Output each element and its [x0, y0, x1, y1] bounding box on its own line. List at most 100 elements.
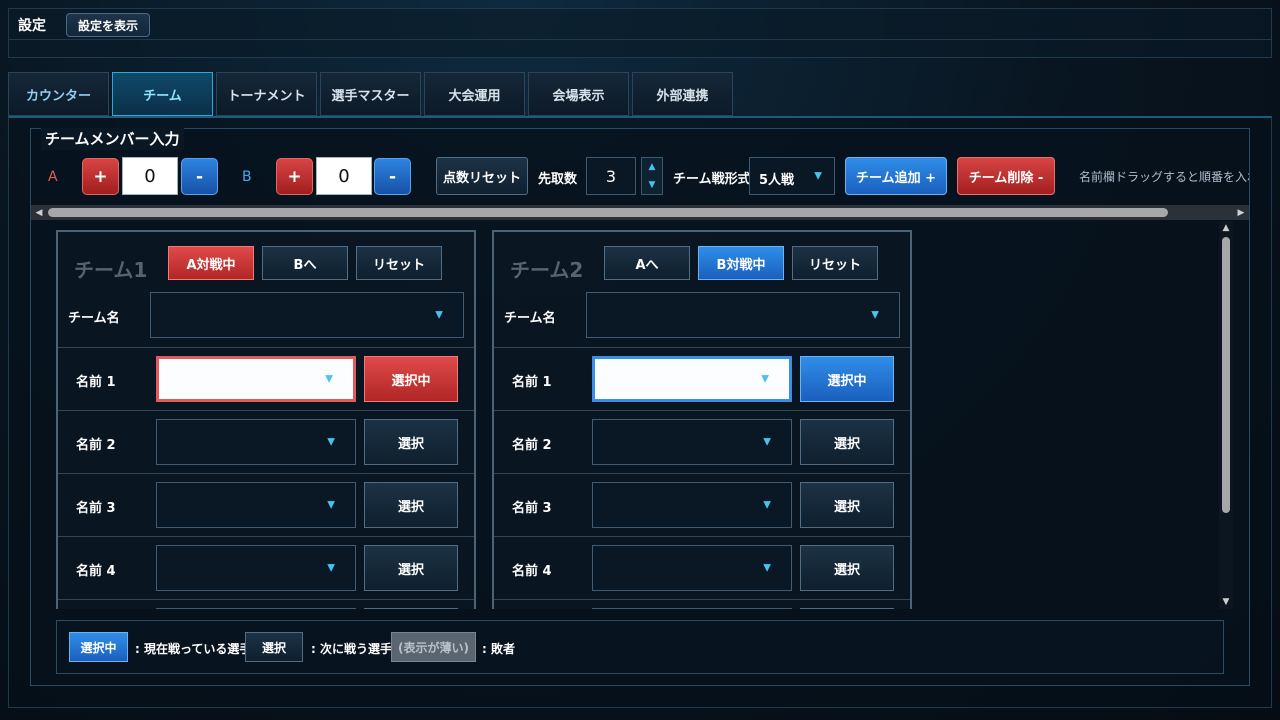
legend-loser-swatch: (表示が薄い) — [391, 632, 476, 662]
format-select[interactable]: 5人戦 ▼ — [749, 157, 835, 195]
team-a-plus-button[interactable]: + — [82, 158, 119, 195]
row-divider — [58, 410, 474, 411]
member-label: 名前 2 — [76, 438, 116, 453]
first-to-label: 先取数 — [538, 172, 578, 187]
row-divider — [494, 347, 910, 348]
member-5-select-button[interactable] — [364, 608, 458, 609]
team-b-score[interactable]: 0 — [316, 157, 372, 195]
member-1-select-button[interactable]: 選択中 — [800, 356, 894, 402]
team2-reset-button[interactable]: リセット — [792, 246, 878, 280]
member-4-select-button[interactable]: 選択 — [364, 545, 458, 591]
chevron-down-icon: ▼ — [327, 499, 335, 511]
member-3-select[interactable]: ▼ — [156, 482, 356, 528]
legend: 選択中 : 現在戦っている選手 選択 : 次に戦う選手 (表示が薄い) : 敗者 — [56, 620, 1224, 674]
chevron-down-icon: ▼ — [814, 170, 822, 182]
member-4-select[interactable]: ▼ — [156, 545, 356, 591]
team-name-select[interactable]: ▼ — [586, 292, 900, 338]
tab-team[interactable]: チーム — [112, 72, 213, 116]
team2-to-a-button[interactable]: Aへ — [604, 246, 690, 280]
tab-counter[interactable]: カウンター — [8, 72, 109, 116]
member-label: 名前 4 — [76, 564, 116, 579]
vertical-scrollbar[interactable]: ▲ ▼ — [1219, 221, 1233, 609]
tab-venue-display[interactable]: 会場表示 — [528, 72, 629, 116]
drag-hint: 名前欄ドラッグすると順番を入れ替え — [1079, 170, 1249, 184]
tab-external-link[interactable]: 外部連携 — [632, 72, 733, 116]
member-label: 名前 4 — [512, 564, 552, 579]
row-divider — [58, 473, 474, 474]
row-divider — [58, 347, 474, 348]
spin-down-icon[interactable]: ▼ — [642, 176, 662, 194]
legend-selected-desc: : 現在戦っている選手 — [135, 642, 252, 656]
legend-selected-swatch: 選択中 — [69, 632, 128, 662]
team-a-letter: A — [48, 169, 58, 185]
member-label: 名前 2 — [512, 438, 552, 453]
member-2-select[interactable]: ▼ — [592, 419, 792, 465]
team-a-score[interactable]: 0 — [122, 157, 178, 195]
row-divider — [58, 536, 474, 537]
arrow-left-icon[interactable]: ◀ — [31, 205, 47, 220]
member-3-select-button[interactable]: 選択 — [364, 482, 458, 528]
settings-bar: 設定 設定を表示 — [8, 8, 1272, 58]
delete-team-button[interactable]: チーム削除 - — [957, 157, 1055, 195]
member-label: 名前 1 — [512, 375, 552, 390]
member-2-select-button[interactable]: 選択 — [364, 419, 458, 465]
row-divider — [494, 536, 910, 537]
team1-a-active-button[interactable]: A対戦中 — [168, 246, 254, 280]
vertical-scroll-thumb[interactable] — [1222, 237, 1230, 513]
member-2-select[interactable]: ▼ — [156, 419, 356, 465]
team-b-letter: B — [242, 169, 252, 185]
member-3-select-button[interactable]: 選択 — [800, 482, 894, 528]
team-b-minus-button[interactable]: - — [374, 158, 411, 195]
team-name-label: チーム名 — [504, 311, 556, 326]
member-2-select-button[interactable]: 選択 — [800, 419, 894, 465]
horizontal-scroll-thumb[interactable] — [48, 208, 1168, 217]
chevron-down-icon: ▼ — [871, 309, 879, 321]
row-divider — [494, 410, 910, 411]
member-4-select-button[interactable]: 選択 — [800, 545, 894, 591]
reset-score-button[interactable]: 点数リセット — [436, 157, 528, 195]
member-5-select[interactable] — [592, 608, 792, 609]
chevron-down-icon: ▼ — [763, 436, 771, 448]
spin-up-icon[interactable]: ▲ — [642, 158, 662, 176]
first-to-input[interactable]: 3 — [586, 157, 636, 195]
member-1-select[interactable]: ▼ — [592, 356, 792, 402]
teams-viewport: チーム1 A対戦中 Bへ リセット チーム名 ▼ 名前 1 ▼ 選択中 名前 2… — [32, 221, 1218, 609]
member-label: 名前 1 — [76, 375, 116, 390]
add-team-button[interactable]: チーム追加 + — [845, 157, 947, 195]
settings-bar-divider — [9, 39, 1271, 40]
team-panel-1: チーム1 A対戦中 Bへ リセット チーム名 ▼ 名前 1 ▼ 選択中 名前 2… — [56, 230, 476, 609]
row-divider — [58, 599, 474, 600]
member-4-select[interactable]: ▼ — [592, 545, 792, 591]
member-label: 名前 3 — [76, 501, 116, 516]
legend-select-swatch: 選択 — [245, 632, 303, 662]
member-1-select-button[interactable]: 選択中 — [364, 356, 458, 402]
team2-b-active-button[interactable]: B対戦中 — [698, 246, 784, 280]
tab-player-master[interactable]: 選手マスター — [320, 72, 421, 116]
first-to-spinner[interactable]: ▲ ▼ — [641, 157, 663, 195]
tab-tournament[interactable]: トーナメント — [216, 72, 317, 116]
team-title: チーム2 — [510, 258, 584, 282]
chevron-down-icon: ▼ — [763, 562, 771, 574]
team-name-label: チーム名 — [68, 311, 120, 326]
arrow-up-icon[interactable]: ▲ — [1219, 221, 1233, 235]
horizontal-scrollbar[interactable]: ◀ ▶ — [31, 205, 1249, 220]
member-3-select[interactable]: ▼ — [592, 482, 792, 528]
member-1-select[interactable]: ▼ — [156, 356, 356, 402]
format-label: チーム戦形式 — [673, 172, 751, 187]
member-5-select[interactable] — [156, 608, 356, 609]
member-5-select-button[interactable] — [800, 608, 894, 609]
chevron-down-icon: ▼ — [327, 562, 335, 574]
team-panel-2: チーム2 Aへ B対戦中 リセット チーム名 ▼ 名前 1 ▼ 選択中 名前 2… — [492, 230, 912, 609]
team-a-minus-button[interactable]: - — [181, 158, 218, 195]
arrow-down-icon[interactable]: ▼ — [1219, 595, 1233, 609]
tab-operation[interactable]: 大会運用 — [424, 72, 525, 116]
arrow-right-icon[interactable]: ▶ — [1233, 205, 1249, 220]
team1-reset-button[interactable]: リセット — [356, 246, 442, 280]
show-settings-button[interactable]: 設定を表示 — [66, 13, 150, 37]
team-b-plus-button[interactable]: + — [276, 158, 313, 195]
team-name-select[interactable]: ▼ — [150, 292, 464, 338]
chevron-down-icon: ▼ — [327, 436, 335, 448]
chevron-down-icon: ▼ — [325, 373, 333, 385]
row-divider — [494, 473, 910, 474]
team1-to-b-button[interactable]: Bへ — [262, 246, 348, 280]
